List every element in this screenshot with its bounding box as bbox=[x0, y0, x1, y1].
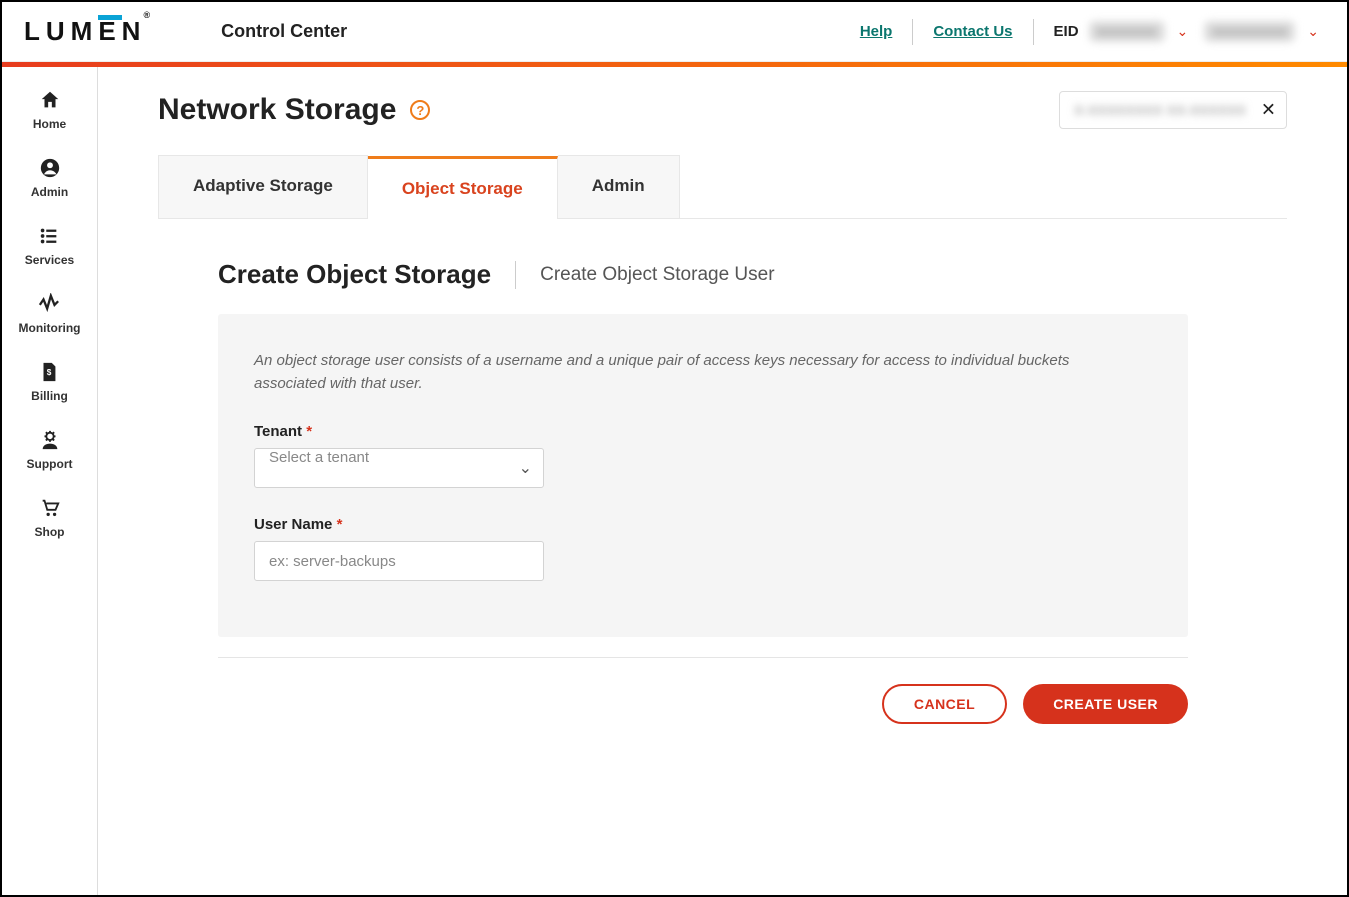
chevron-down-icon[interactable]: ⌄ bbox=[1307, 23, 1319, 40]
tenant-select[interactable]: Select a tenant ⌄ bbox=[254, 448, 544, 488]
tab-label: Adaptive Storage bbox=[193, 176, 333, 195]
tenant-select-placeholder: Select a tenant bbox=[254, 448, 544, 488]
top-header: LUMEN® Control Center Help Contact Us EI… bbox=[2, 2, 1347, 62]
sidebar: Home Admin Services Monitoring $ Billing… bbox=[2, 67, 98, 895]
create-user-button[interactable]: CREATE USER bbox=[1023, 684, 1188, 724]
username-label: User Name * bbox=[254, 516, 1152, 533]
contact-us-link[interactable]: Contact Us bbox=[933, 23, 1012, 40]
tenant-label: Tenant * bbox=[254, 423, 1152, 440]
required-asterisk: * bbox=[306, 423, 312, 440]
help-link[interactable]: Help bbox=[860, 23, 893, 40]
label-text: Tenant bbox=[254, 423, 302, 440]
sidebar-item-monitoring[interactable]: Monitoring bbox=[19, 293, 81, 335]
eid-value-redacted: xxxxxxxx bbox=[1089, 21, 1165, 42]
header-right: Help Contact Us EID xxxxxxxx ⌄ xxxxxxxxx… bbox=[860, 19, 1325, 45]
section-divider bbox=[218, 657, 1188, 658]
required-asterisk: * bbox=[337, 516, 343, 533]
subhead-title: Create Object Storage bbox=[218, 259, 491, 290]
context-chip[interactable]: X-XXXXXXXX XX-XXXXXX ✕ bbox=[1059, 91, 1287, 129]
form-help-text: An object storage user consists of a use… bbox=[254, 350, 1094, 395]
list-icon bbox=[38, 225, 60, 247]
label-text: User Name bbox=[254, 516, 332, 533]
username-input[interactable] bbox=[254, 541, 544, 581]
app-title: Control Center bbox=[221, 21, 347, 42]
close-icon[interactable]: ✕ bbox=[1261, 100, 1276, 121]
tab-label: Admin bbox=[592, 176, 645, 195]
sidebar-item-services[interactable]: Services bbox=[25, 225, 74, 267]
context-value-redacted: X-XXXXXXXX XX-XXXXXX bbox=[1074, 102, 1246, 118]
sidebar-item-label: Monitoring bbox=[19, 321, 81, 335]
user-circle-icon bbox=[39, 157, 61, 179]
tab-object-storage[interactable]: Object Storage bbox=[368, 156, 558, 219]
sidebar-item-billing[interactable]: $ Billing bbox=[31, 361, 68, 403]
form-actions: CANCEL CREATE USER bbox=[218, 684, 1188, 764]
sidebar-item-shop[interactable]: Shop bbox=[35, 497, 65, 539]
cart-icon bbox=[39, 497, 61, 519]
invoice-icon: $ bbox=[38, 361, 60, 383]
sidebar-item-label: Shop bbox=[35, 525, 65, 539]
help-circle-icon[interactable]: ? bbox=[410, 100, 430, 120]
sidebar-item-label: Billing bbox=[31, 389, 68, 403]
gear-user-icon bbox=[39, 429, 61, 451]
home-icon bbox=[39, 89, 61, 111]
divider bbox=[515, 261, 516, 289]
lumen-logo: LUMEN® bbox=[24, 16, 153, 47]
divider bbox=[1033, 19, 1034, 45]
main-content: Network Storage ? X-XXXXXXXX XX-XXXXXX ✕… bbox=[98, 67, 1347, 895]
user-name-redacted: xxxxxxxxxx bbox=[1204, 21, 1295, 42]
tab-label: Object Storage bbox=[402, 179, 523, 198]
chevron-down-icon[interactable]: ⌄ bbox=[1177, 23, 1189, 40]
sidebar-item-support[interactable]: Support bbox=[27, 429, 73, 471]
form-card: An object storage user consists of a use… bbox=[218, 314, 1188, 637]
tabs: Adaptive Storage Object Storage Admin bbox=[158, 155, 1287, 219]
sidebar-item-label: Services bbox=[25, 253, 74, 267]
tab-admin[interactable]: Admin bbox=[558, 155, 680, 218]
eid-label: EID bbox=[1054, 23, 1079, 40]
activity-icon bbox=[38, 293, 60, 315]
cancel-button[interactable]: CANCEL bbox=[882, 684, 1007, 724]
sidebar-item-label: Support bbox=[27, 457, 73, 471]
sidebar-item-label: Home bbox=[33, 117, 66, 131]
sidebar-item-admin[interactable]: Admin bbox=[31, 157, 68, 199]
svg-text:$: $ bbox=[47, 368, 52, 377]
page-title: Network Storage bbox=[158, 93, 396, 127]
tab-adaptive-storage[interactable]: Adaptive Storage bbox=[158, 155, 368, 218]
sidebar-item-home[interactable]: Home bbox=[33, 89, 66, 131]
sidebar-item-label: Admin bbox=[31, 185, 68, 199]
divider bbox=[912, 19, 913, 45]
subhead-desc: Create Object Storage User bbox=[540, 264, 774, 286]
